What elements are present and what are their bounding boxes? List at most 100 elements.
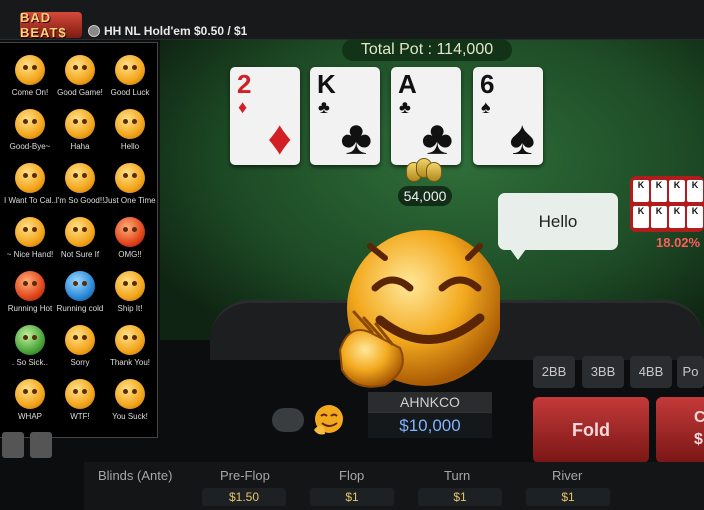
call-button[interactable]: C $ xyxy=(656,397,704,463)
emoji-option[interactable]: Running Hot xyxy=(4,267,56,321)
emoji-label: Good Luck xyxy=(110,88,150,97)
opponent-card: K xyxy=(687,206,703,228)
emoji-option[interactable]: I Want To Cal.. xyxy=(4,159,56,213)
suit-icon: ♣ xyxy=(399,97,411,117)
board-card: 2 ♦ ♦ xyxy=(230,67,300,165)
emoji-icon xyxy=(65,163,95,193)
player-seat: AHNKCO $10,000 xyxy=(368,392,492,438)
emoji-option[interactable]: Come On! xyxy=(4,51,56,105)
emoji-icon xyxy=(115,325,145,355)
coin-icon xyxy=(88,25,100,37)
emoji-label: WHAP xyxy=(18,412,42,421)
opponent-equity: 18.02% xyxy=(656,235,701,250)
avatar[interactable] xyxy=(30,432,52,458)
turn-label: Turn xyxy=(444,468,471,483)
suit-icon: ♦ xyxy=(238,97,248,117)
emoji-option[interactable]: Not Sure If xyxy=(54,213,106,267)
opponent-card: K xyxy=(651,206,667,228)
emoji-option[interactable]: WHAP xyxy=(4,375,56,429)
pot-amount: 54,000 xyxy=(398,186,452,206)
app-logo: BAD BEAT$ xyxy=(20,10,82,40)
emoji-label: WTF! xyxy=(70,412,90,421)
emoji-label: You Suck! xyxy=(112,412,148,421)
emoji-option[interactable]: Hello xyxy=(104,105,156,159)
total-pot: Total Pot : 114,000 xyxy=(342,39,512,61)
emoji-option[interactable]: WTF! xyxy=(54,375,106,429)
emoji-option[interactable]: Sorry xyxy=(54,321,106,375)
player-stack: $10,000 xyxy=(368,412,492,438)
emoji-option[interactable]: ~ Nice Hand! xyxy=(4,213,56,267)
emoji-option[interactable]: . So Sick.. xyxy=(4,321,56,375)
fold-button[interactable]: Fold xyxy=(533,397,649,463)
card-rank: A xyxy=(398,69,417,99)
suit-icon: ♣ xyxy=(318,97,330,117)
emoji-label: Running Hot xyxy=(7,304,53,313)
chat-icon[interactable] xyxy=(272,408,304,432)
opponent-card: K xyxy=(651,180,667,202)
emoji-label: Ship It! xyxy=(117,304,143,313)
emoji-icon xyxy=(65,109,95,139)
river-label: River xyxy=(552,468,583,483)
emoji-label: OMG!! xyxy=(118,250,142,259)
emoji-option[interactable]: Good Game! xyxy=(54,51,106,105)
emoji-icon xyxy=(65,325,95,355)
laughing-emoji-icon xyxy=(338,230,500,388)
preflop-label: Pre-Flop xyxy=(220,468,270,483)
board-card: K ♣ ♣ xyxy=(310,67,380,165)
emoji-option[interactable]: Good-Bye~ xyxy=(4,105,56,159)
emoji-icon xyxy=(115,271,145,301)
emoji-icon xyxy=(115,379,145,409)
emoji-option[interactable]: I'm So Good!! xyxy=(54,159,106,213)
emoji-option[interactable]: You Suck! xyxy=(104,375,156,429)
emoji-label: Just One Time! xyxy=(104,196,156,205)
bet-size-button[interactable]: 4BB xyxy=(630,356,672,388)
emoji-icon xyxy=(15,379,45,409)
river-value: $1 xyxy=(526,488,610,506)
suit-icon: ♣ xyxy=(340,112,373,165)
bet-size-button[interactable]: 3BB xyxy=(582,356,624,388)
emoji-icon xyxy=(115,217,145,247)
emoji-icon xyxy=(115,109,145,139)
emoji-option[interactable]: Good Luck xyxy=(104,51,156,105)
board-card: 6 ♠ ♠ xyxy=(473,67,543,165)
game-title-text: HH NL Hold'em $0.50 / $1 xyxy=(104,24,248,38)
emoji-option[interactable]: Running cold xyxy=(54,267,106,321)
emoji-icon xyxy=(65,55,95,85)
emoji-option[interactable]: Just One Time! xyxy=(104,159,156,213)
suit-icon: ♦ xyxy=(267,112,293,165)
opponent-card: K xyxy=(687,180,703,202)
emoji-label: Hello xyxy=(120,142,140,151)
suit-icon: ♠ xyxy=(509,112,536,165)
emoji-label: . So Sick.. xyxy=(11,358,48,367)
emoji-option[interactable]: Haha xyxy=(54,105,106,159)
emoji-button-icon[interactable] xyxy=(312,404,344,436)
emoji-icon xyxy=(115,55,145,85)
emoji-icon xyxy=(15,271,45,301)
emoji-option[interactable]: Thank You! xyxy=(104,321,156,375)
emoji-icon xyxy=(15,163,45,193)
emoji-option[interactable]: OMG!! xyxy=(104,213,156,267)
turn-value: $1 xyxy=(418,488,502,506)
emoji-icon xyxy=(65,271,95,301)
emoji-label: ~ Nice Hand! xyxy=(6,250,54,259)
emoji-label: Come On! xyxy=(11,88,49,97)
preflop-value: $1.50 xyxy=(202,488,286,506)
emoji-label: Haha xyxy=(70,142,90,151)
emoji-label: Good Game! xyxy=(57,88,103,97)
emoji-icon xyxy=(115,163,145,193)
card-rank: K xyxy=(317,69,336,99)
top-bar: BAD BEAT$ HH NL Hold'em $0.50 / $1 xyxy=(0,0,704,40)
emoji-icon xyxy=(65,379,95,409)
avatar[interactable] xyxy=(2,432,24,458)
opponent-card: K xyxy=(669,206,685,228)
player-name: AHNKCO xyxy=(368,392,492,412)
bet-size-button[interactable]: Po xyxy=(677,356,704,388)
blinds-label: Blinds (Ante) xyxy=(98,468,173,483)
card-rank: 2 xyxy=(237,69,252,99)
emoji-option[interactable]: Ship It! xyxy=(104,267,156,321)
emoji-icon xyxy=(15,109,45,139)
bet-size-button[interactable]: 2BB xyxy=(533,356,575,388)
suit-icon: ♠ xyxy=(481,97,491,117)
blinds-bar: Blinds (Ante) Pre-Flop Flop Turn River $… xyxy=(84,462,704,510)
emoji-icon xyxy=(15,55,45,85)
